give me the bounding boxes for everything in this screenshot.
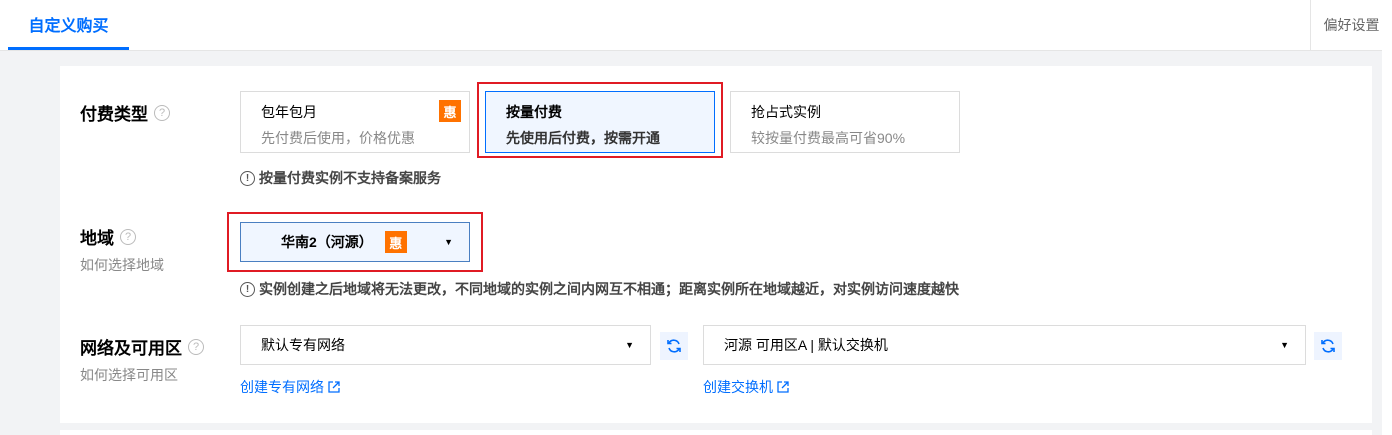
question-circle-icon[interactable]: ? (154, 104, 170, 121)
billing-note-text: 按量付费实例不支持备案服务 (259, 170, 441, 186)
vpc-select[interactable]: 默认专有网络 ▼ (240, 325, 651, 365)
region-note: ! 实例创建之后地域将无法更改，不同地域的实例之间内网互不相通；距离实例所在地域… (240, 279, 959, 299)
question-circle-icon[interactable]: ? (120, 228, 136, 245)
billing-option-spot[interactable]: 抢占式实例 较按量付费最高可省90% (730, 91, 960, 153)
create-vpc-text: 创建专有网络 (240, 379, 324, 395)
panel-divider (60, 430, 1372, 435)
info-circle-icon: ! (240, 281, 255, 297)
option-title: 抢占式实例 (751, 104, 821, 120)
info-circle-icon: ! (240, 170, 255, 186)
external-link-icon (777, 381, 789, 393)
question-circle-icon[interactable]: ? (188, 338, 204, 355)
billing-type-text: 付费类型 (80, 105, 148, 124)
zone-selected-value: 河源 可用区A | 默认交换机 (724, 337, 888, 353)
option-desc: 先付费后使用，价格优惠 (261, 130, 415, 146)
highlight-box-billing (477, 82, 723, 158)
refresh-icon[interactable] (1314, 332, 1342, 360)
option-title: 包年包月 (261, 104, 317, 120)
zone-help-link[interactable]: 如何选择可用区 (80, 365, 178, 385)
tab-custom-purchase[interactable]: 自定义购买 (8, 0, 129, 50)
region-note-text: 实例创建之后地域将无法更改，不同地域的实例之间内网互不相通；距离实例所在地域越近… (259, 281, 959, 297)
option-desc: 较按量付费最高可省90% (751, 130, 906, 146)
create-switch-link[interactable]: 创建交换机 (703, 377, 789, 397)
right-scroll-strip (1382, 50, 1392, 435)
create-switch-text: 创建交换机 (703, 379, 773, 395)
caret-down-icon: ▼ (1280, 340, 1289, 350)
external-link-icon (328, 381, 340, 393)
discount-badge: 惠 (439, 100, 461, 122)
region-help-link[interactable]: 如何选择地域 (80, 255, 164, 275)
vpc-selected-value: 默认专有网络 (261, 337, 345, 353)
create-vpc-link[interactable]: 创建专有网络 (240, 377, 340, 397)
highlight-box-region (227, 212, 483, 272)
billing-type-label: 付费类型 ? (80, 100, 170, 125)
zone-select[interactable]: 河源 可用区A | 默认交换机 ▼ (703, 325, 1306, 365)
refresh-icon[interactable] (660, 332, 688, 360)
network-text: 网络及可用区 (80, 339, 182, 358)
network-label: 网络及可用区 ? (80, 334, 204, 359)
caret-down-icon: ▼ (625, 340, 634, 350)
billing-note: ! 按量付费实例不支持备案服务 (240, 168, 441, 188)
billing-option-monthly[interactable]: 包年包月 先付费后使用，价格优惠 惠 (240, 91, 470, 153)
region-text: 地域 (80, 229, 114, 248)
preference-settings-link[interactable]: 偏好设置 (1310, 0, 1392, 50)
region-label: 地域 ? (80, 224, 136, 249)
top-tab-bar: 自定义购买 偏好设置 (0, 0, 1392, 51)
